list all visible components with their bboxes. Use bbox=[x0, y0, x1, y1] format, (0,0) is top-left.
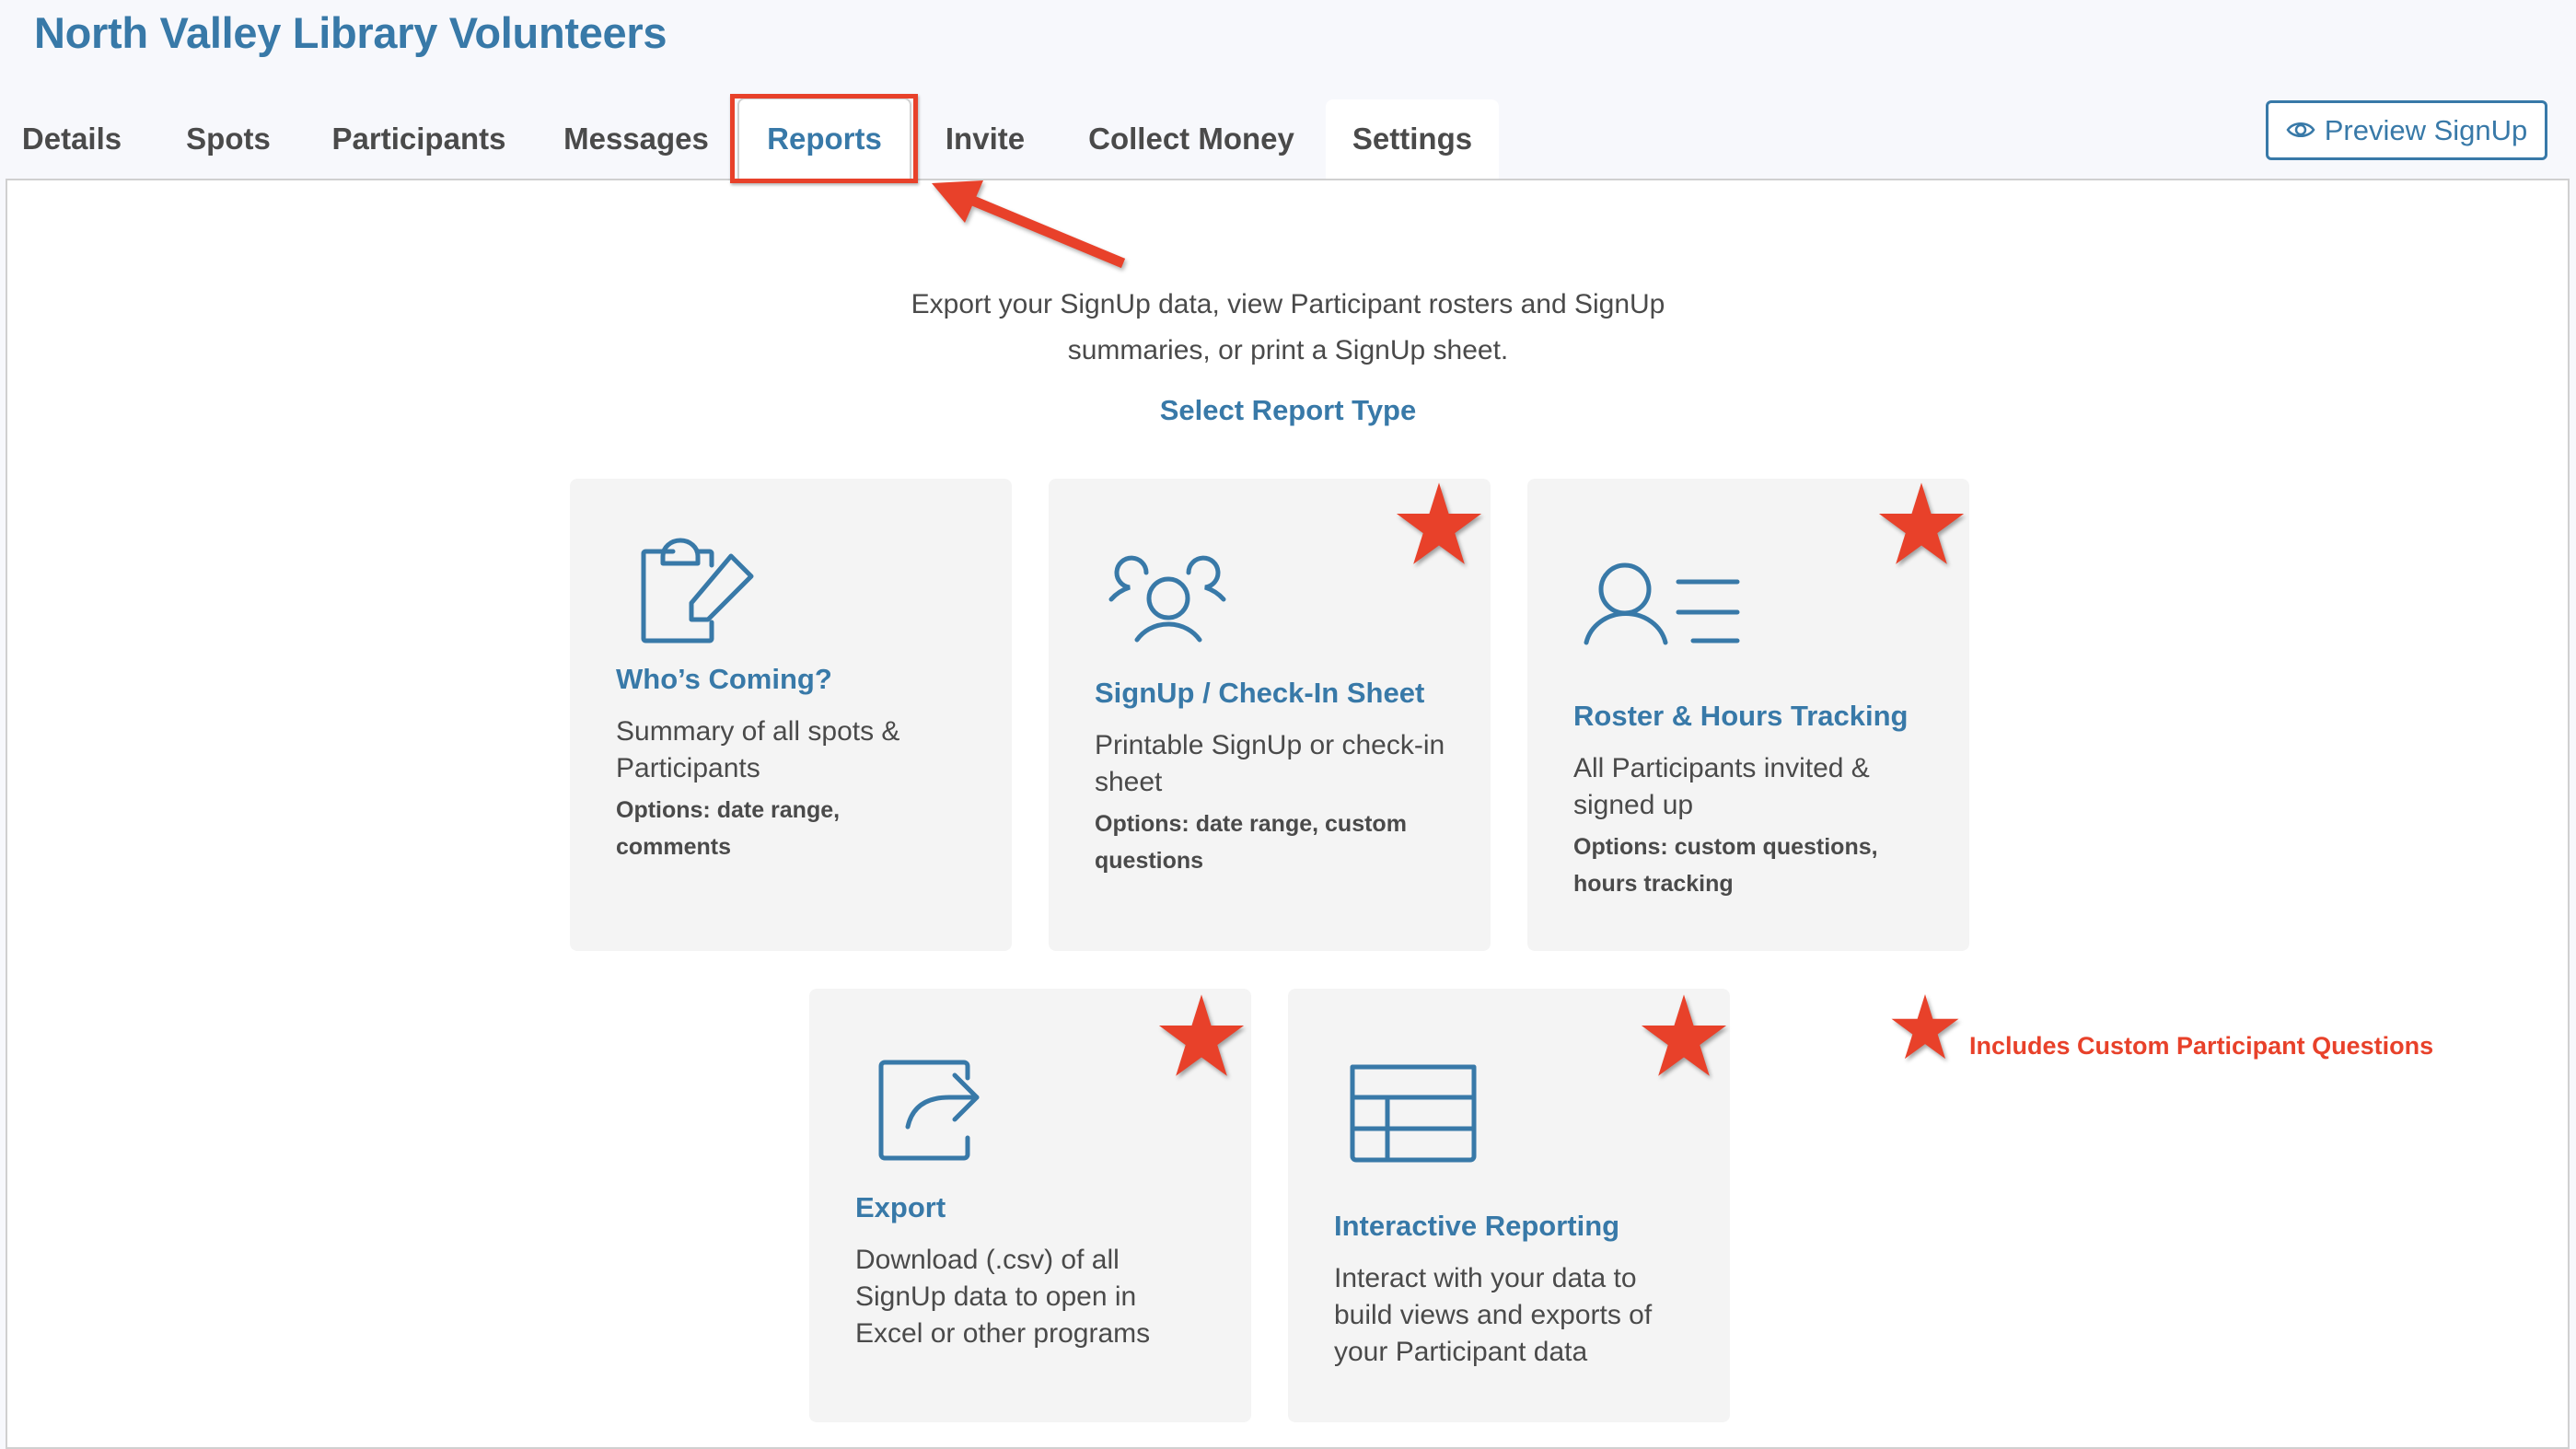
card-description: All Participants invited & signed up bbox=[1573, 753, 1870, 820]
tab-messages[interactable]: Messages bbox=[549, 99, 724, 179]
star-annotation-icon bbox=[1878, 482, 1965, 564]
tab-collect-money[interactable]: Collect Money bbox=[1072, 99, 1311, 179]
tab-settings[interactable]: Settings bbox=[1326, 99, 1499, 179]
tab-spots[interactable]: Spots bbox=[177, 99, 280, 179]
card-title: SignUp / Check-In Sheet bbox=[1095, 677, 1425, 709]
legend-text: Includes Custom Participant Questions bbox=[1969, 1032, 2434, 1060]
card-options: Options: date range, comments bbox=[616, 797, 841, 860]
card-options: Options: date range, custom questions bbox=[1095, 811, 1407, 874]
page-title: North Valley Library Volunteers bbox=[34, 8, 667, 57]
tab-participants[interactable]: Participants bbox=[320, 99, 517, 179]
star-annotation-icon bbox=[1641, 994, 1727, 1076]
star-annotation-icon bbox=[1158, 994, 1245, 1076]
tab-invite[interactable]: Invite bbox=[930, 99, 1040, 179]
report-card-whos-coming[interactable]: Who’s Coming? Summary of all spots & Par… bbox=[570, 479, 1012, 951]
intro-line-1: Export your SignUp data, view Participan… bbox=[911, 289, 1665, 319]
legend-star-icon bbox=[1891, 994, 1959, 1060]
card-title: Roster & Hours Tracking bbox=[1573, 700, 1909, 732]
group-users-icon bbox=[1098, 548, 1236, 644]
card-title: Export bbox=[855, 1191, 946, 1223]
user-list-icon bbox=[1583, 562, 1748, 654]
select-report-type-heading: Select Report Type bbox=[1159, 394, 1417, 426]
clipboard-edit-icon bbox=[634, 534, 763, 644]
export-share-icon bbox=[876, 1053, 986, 1164]
card-description: Printable SignUp or check-in sheet bbox=[1095, 730, 1445, 797]
card-options: Options: custom questions, hours trackin… bbox=[1573, 834, 1878, 897]
intro-line-2: summaries, or print a SignUp sheet. bbox=[1067, 335, 1509, 365]
eye-icon bbox=[2286, 114, 2315, 147]
star-annotation-icon bbox=[1396, 482, 1482, 564]
card-description: Summary of all spots & Participants bbox=[616, 716, 900, 783]
intro-text: Export your SignUp data, view Participan… bbox=[0, 282, 2576, 374]
tab-details[interactable]: Details bbox=[20, 99, 123, 179]
preview-signup-button[interactable]: Preview SignUp bbox=[2266, 100, 2547, 160]
card-title: Who’s Coming? bbox=[616, 663, 832, 695]
card-description: Download (.csv) of all SignUp data to op… bbox=[855, 1245, 1151, 1349]
preview-signup-label: Preview SignUp bbox=[2324, 113, 2528, 146]
highlight-box bbox=[730, 94, 918, 183]
table-grid-icon bbox=[1350, 1064, 1479, 1165]
card-description: Interact with your data to build views a… bbox=[1334, 1263, 1653, 1367]
card-title: Interactive Reporting bbox=[1334, 1210, 1620, 1242]
